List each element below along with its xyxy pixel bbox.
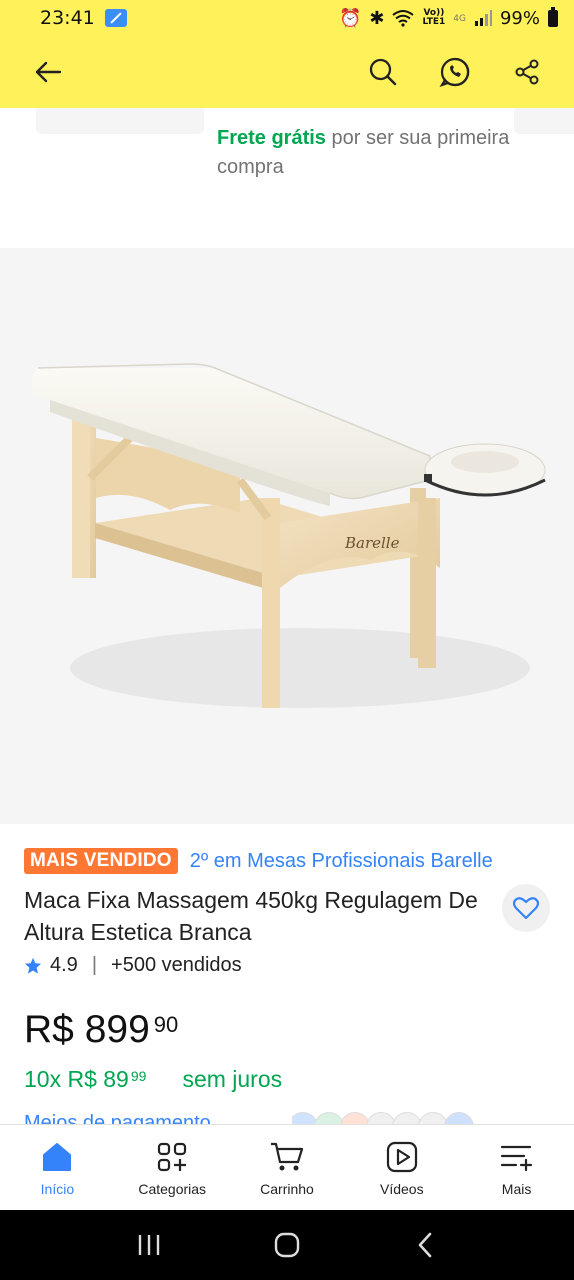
price-main: R$ 899 — [24, 1008, 150, 1051]
video-icon — [386, 1141, 417, 1172]
star-icon — [24, 957, 42, 974]
free-shipping-label: Frete grátis — [217, 127, 326, 149]
status-time: 23:41 — [40, 7, 95, 29]
price: R$ 899 90 — [24, 1008, 178, 1052]
nav-label: Categorias — [138, 1180, 207, 1197]
volte-label: Vo)) LTE1 — [422, 8, 446, 27]
shipping-carousel: Frete grátis por ser sua primeira compra — [0, 108, 574, 248]
battery-icon — [548, 6, 558, 27]
payment-icon — [444, 1112, 474, 1124]
badge-row: MAIS VENDIDO 2º em Mesas Profissionais B… — [24, 848, 493, 874]
payment-methods-link[interactable]: Meios de pagamento — [24, 1112, 211, 1124]
installments-main: 10x R$ 89 — [24, 1066, 129, 1092]
recents-icon — [138, 1235, 160, 1255]
nav-categories[interactable]: Categorias — [115, 1125, 230, 1210]
brand-logo: Barelle — [344, 534, 400, 552]
best-seller-badge: MAIS VENDIDO — [24, 848, 178, 874]
installments-cents: 99 — [130, 1068, 147, 1084]
home-circle-icon — [274, 1232, 300, 1258]
network-gen: 4G — [453, 13, 466, 24]
bluetooth-icon: ✱ — [369, 7, 385, 29]
alarm-icon: ⏰ — [338, 7, 362, 29]
nav-cart[interactable]: Carrinho — [230, 1125, 345, 1210]
whatsapp-button[interactable] — [430, 47, 480, 97]
whatsapp-icon — [439, 57, 470, 87]
recents-button[interactable] — [129, 1225, 169, 1265]
heart-icon — [513, 897, 539, 920]
massage-table-illustration: Barelle — [31, 363, 546, 708]
product-title: Maca Fixa Massagem 450kg Regulagem De Al… — [24, 887, 478, 945]
nav-more[interactable]: Mais — [459, 1125, 574, 1210]
cart-icon — [270, 1142, 304, 1170]
nav-home[interactable]: Início — [0, 1125, 115, 1210]
home-system-button[interactable] — [267, 1225, 307, 1265]
system-navigation-bar — [0, 1210, 574, 1280]
back-button[interactable] — [24, 48, 72, 96]
battery-percent: 99% — [499, 7, 540, 29]
wifi-icon — [392, 10, 415, 27]
product-info: MAIS VENDIDO 2º em Mesas Profissionais B… — [0, 824, 574, 1124]
search-icon — [369, 58, 397, 86]
status-bar: 23:41 ⏰ ✱ Vo)) LTE1 4G 99% — [0, 0, 574, 36]
search-button[interactable] — [358, 47, 408, 97]
nav-label: Carrinho — [260, 1180, 314, 1197]
nav-label: Mais — [501, 1180, 532, 1197]
nav-label: Início — [40, 1180, 75, 1197]
gallery-notification-icon — [104, 9, 127, 27]
carousel-card-left[interactable] — [36, 108, 204, 134]
installments: 10x R$ 89 99 sem juros — [24, 1066, 282, 1093]
back-system-button[interactable] — [405, 1225, 445, 1265]
rating-value: 4.9 — [50, 954, 78, 976]
chevron-left-icon — [418, 1232, 432, 1258]
back-arrow-icon — [35, 61, 62, 83]
bottom-navigation: Início Categorias Carrinho Vídeos Mais — [0, 1124, 574, 1210]
share-button[interactable] — [502, 47, 552, 97]
product-image[interactable]: Barelle — [0, 248, 574, 824]
price-cents: 90 — [153, 1012, 179, 1037]
categories-icon — [158, 1142, 187, 1171]
no-interest-label: sem juros — [182, 1066, 283, 1092]
app-bar — [0, 36, 574, 108]
category-ranking-link[interactable]: 2º em Mesas Profissionais Barelle — [190, 850, 493, 873]
free-shipping-message: Frete grátis por ser sua primeira compra — [217, 124, 537, 182]
rating-separator: | — [91, 954, 98, 976]
nav-videos[interactable]: Vídeos — [344, 1125, 459, 1210]
rating-row[interactable]: 4.9 | +500 vendidos — [24, 954, 242, 977]
payment-methods-label: Meios de pagamento — [24, 1112, 211, 1124]
signal-icon — [474, 10, 492, 26]
more-icon — [500, 1145, 532, 1171]
nav-label: Vídeos — [379, 1180, 424, 1197]
payment-method-icons — [292, 1112, 474, 1124]
sold-count: +500 vendidos — [111, 954, 242, 976]
favorite-button[interactable] — [502, 884, 550, 932]
share-icon — [515, 59, 539, 85]
home-icon — [43, 1142, 72, 1171]
